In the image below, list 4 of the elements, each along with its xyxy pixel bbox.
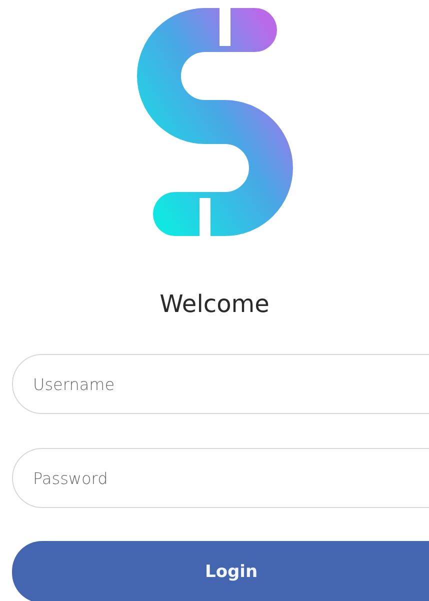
welcome-heading: Welcome	[158, 290, 270, 318]
input-field[interactable]: Password	[12, 448, 429, 508]
input-field[interactable]: Username	[12, 354, 429, 414]
login-button[interactable]: Login	[12, 541, 429, 601]
